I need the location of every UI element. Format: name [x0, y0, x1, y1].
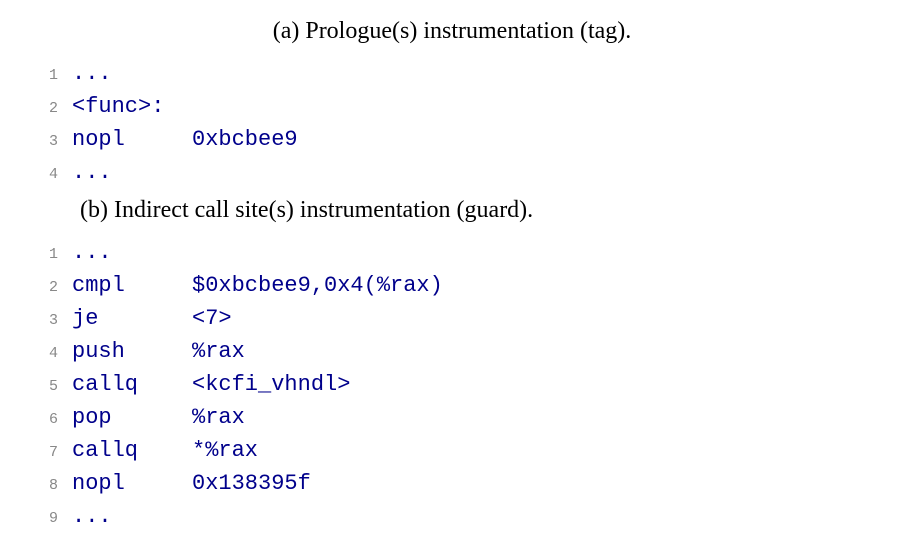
code-line: 4 push %rax — [30, 335, 884, 368]
code-line: 1 ... — [30, 236, 884, 269]
opcode: cmpl — [72, 269, 192, 302]
code-line: 6 pop %rax — [30, 401, 884, 434]
opcode: callq — [72, 434, 192, 467]
code-line: 3 nopl 0xbcbee9 — [30, 123, 884, 156]
code-block-b: 1 ... 2 cmpl $0xbcbee9,0x4(%rax) 3 je <7… — [30, 236, 884, 533]
line-number: 2 — [30, 98, 58, 121]
caption-b: (b) Indirect call site(s) instrumentatio… — [20, 197, 884, 224]
operand: 0xbcbee9 — [192, 123, 298, 156]
line-number: 2 — [30, 277, 58, 300]
code-line: 4 ... — [30, 156, 884, 189]
operand: $0xbcbee9,0x4(%rax) — [192, 269, 443, 302]
code-line: 2 <func>: — [30, 90, 884, 123]
code-line: 9 ... — [30, 500, 884, 533]
operand: <7> — [192, 302, 232, 335]
line-number: 8 — [30, 475, 58, 498]
operand: 0x138395f — [192, 467, 311, 500]
line-number: 9 — [30, 508, 58, 531]
code-line: 8 nopl 0x138395f — [30, 467, 884, 500]
opcode: ... — [72, 236, 192, 269]
operand: %rax — [192, 335, 245, 368]
opcode: callq — [72, 368, 192, 401]
code-line: 5 callq <kcfi_vhndl> — [30, 368, 884, 401]
opcode: ... — [72, 500, 192, 533]
line-number: 1 — [30, 65, 58, 88]
opcode: nopl — [72, 467, 192, 500]
opcode: ... — [72, 156, 192, 189]
line-number: 6 — [30, 409, 58, 432]
code-block-a: 1 ... 2 <func>: 3 nopl 0xbcbee9 4 ... — [30, 57, 884, 189]
code-line: 1 ... — [30, 57, 884, 90]
caption-a: (a) Prologue(s) instrumentation (tag). — [20, 18, 884, 45]
line-number: 1 — [30, 244, 58, 267]
line-number: 3 — [30, 131, 58, 154]
opcode: pop — [72, 401, 192, 434]
operand: %rax — [192, 401, 245, 434]
opcode: je — [72, 302, 192, 335]
opcode: <func>: — [72, 90, 192, 123]
line-number: 4 — [30, 343, 58, 366]
line-number: 3 — [30, 310, 58, 333]
opcode: push — [72, 335, 192, 368]
line-number: 7 — [30, 442, 58, 465]
line-number: 5 — [30, 376, 58, 399]
code-line: 3 je <7> — [30, 302, 884, 335]
opcode: nopl — [72, 123, 192, 156]
line-number: 4 — [30, 164, 58, 187]
opcode: ... — [72, 57, 192, 90]
operand: <kcfi_vhndl> — [192, 368, 350, 401]
code-line: 7 callq *%rax — [30, 434, 884, 467]
code-line: 2 cmpl $0xbcbee9,0x4(%rax) — [30, 269, 884, 302]
operand: *%rax — [192, 434, 258, 467]
